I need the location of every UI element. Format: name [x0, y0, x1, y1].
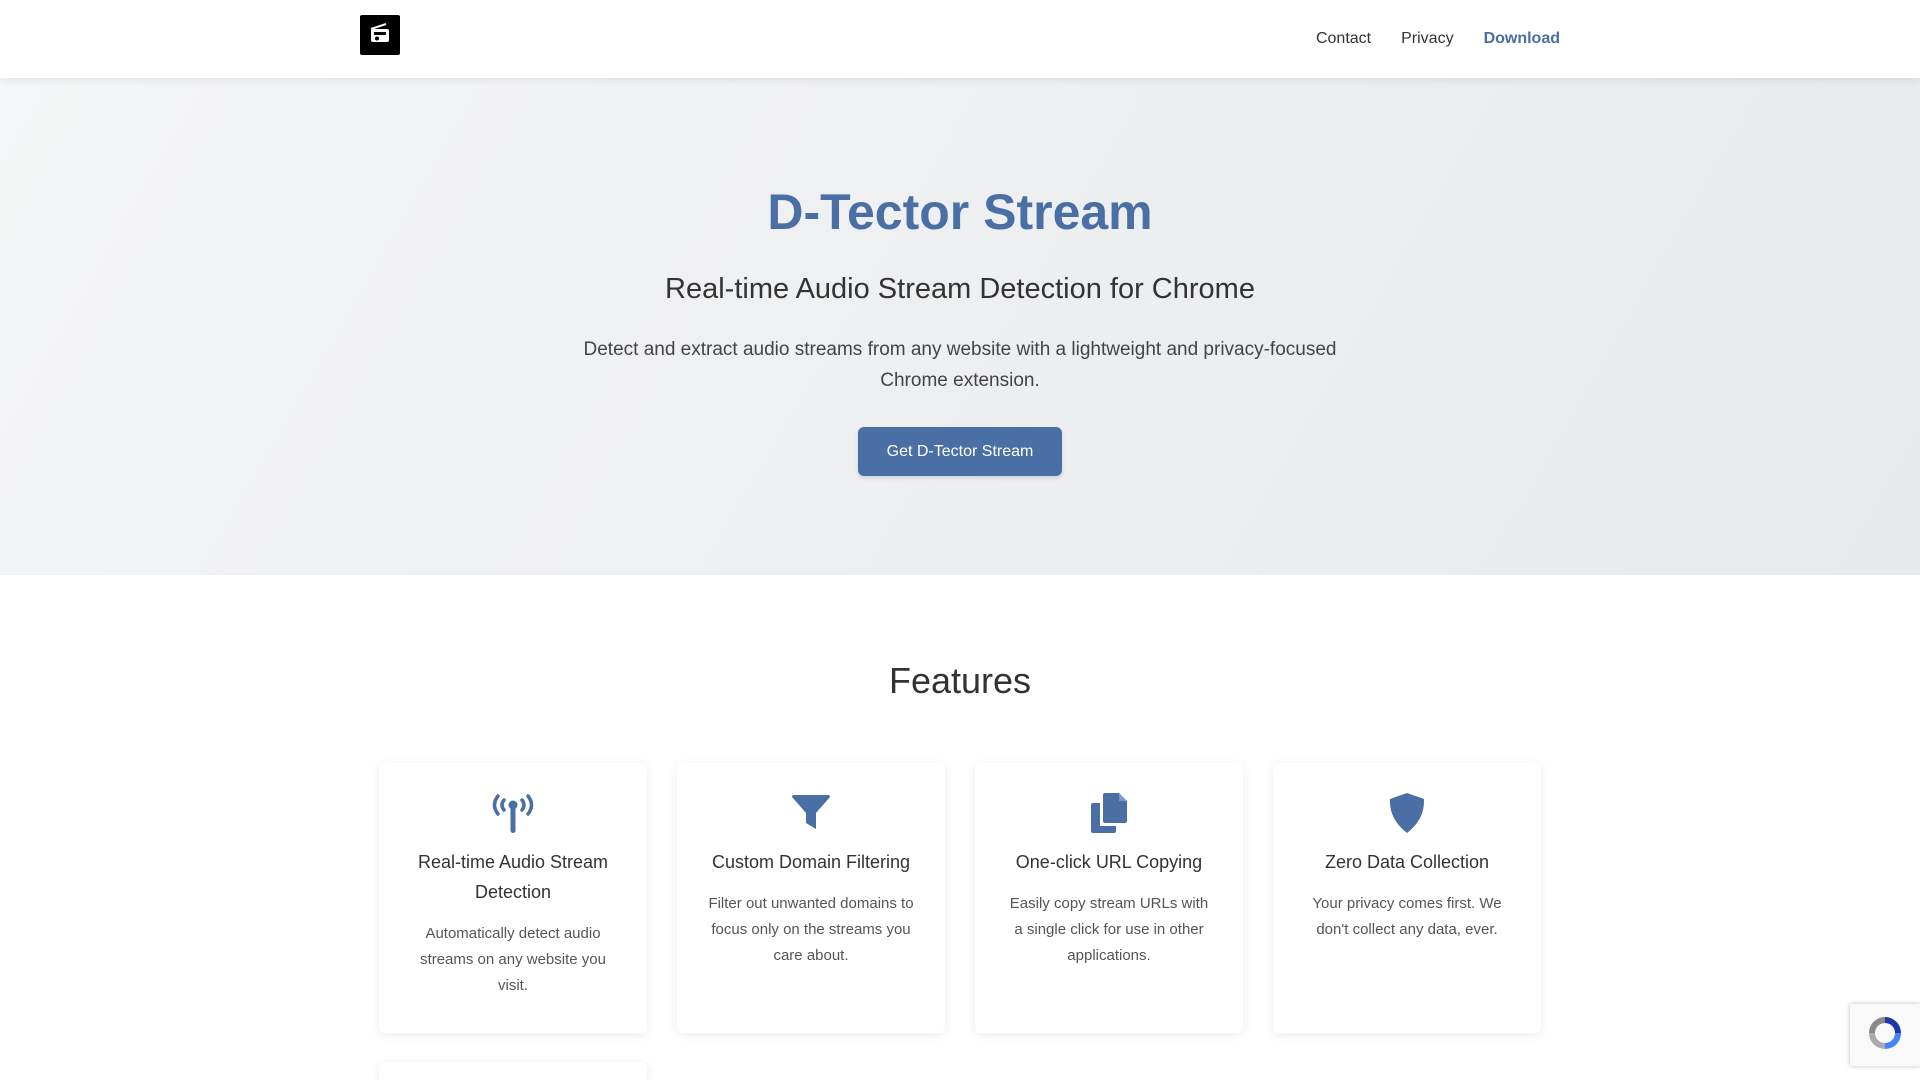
- nav-contact[interactable]: Contact: [1316, 30, 1371, 48]
- hero-description: Detect and extract audio streams from an…: [583, 339, 1337, 391]
- nav-privacy[interactable]: Privacy: [1401, 30, 1453, 48]
- recaptcha-badge[interactable]: [1850, 1004, 1920, 1066]
- shield-icon: [1303, 791, 1511, 835]
- feature-card: Zero Data Collection Your privacy comes …: [1273, 763, 1541, 1033]
- logo[interactable]: [360, 15, 400, 55]
- hero-title: D-Tector Stream: [767, 184, 1153, 240]
- hero-subtitle: Real-time Audio Stream Detection for Chr…: [665, 273, 1255, 305]
- feature-description: Your privacy comes first. We don't colle…: [1312, 895, 1502, 938]
- feature-title: Zero Data Collection: [1324, 852, 1490, 872]
- hero-section: D-Tector Stream Real-time Audio Stream D…: [0, 78, 1920, 575]
- feature-title: One-click URL Copying: [1015, 852, 1203, 872]
- radio-icon: [368, 21, 392, 50]
- copy-icon: [1005, 791, 1213, 835]
- main-nav: Contact Privacy Download: [1316, 0, 1560, 78]
- antenna-icon: [409, 791, 617, 835]
- feature-description: Automatically detect audio streams on an…: [420, 925, 606, 994]
- feature-card: One-click URL Copying Easily copy stream…: [975, 763, 1243, 1033]
- nav-download[interactable]: Download: [1484, 30, 1560, 48]
- recaptcha-icon: [1865, 1013, 1905, 1058]
- features-title: Features: [888, 660, 1032, 701]
- feature-card-partial: [379, 1062, 647, 1080]
- feature-description: Filter out unwanted domains to focus onl…: [708, 895, 914, 964]
- feature-description: Easily copy stream URLs with a single cl…: [1009, 895, 1209, 964]
- feature-card: Custom Domain Filtering Filter out unwan…: [677, 763, 945, 1033]
- filter-icon: [707, 791, 915, 835]
- feature-title: Real-time Audio Stream Detection: [417, 852, 609, 902]
- get-extension-button[interactable]: Get D-Tector Stream: [858, 427, 1062, 476]
- feature-title: Custom Domain Filtering: [711, 852, 911, 872]
- feature-card: Real-time Audio Stream Detection Automat…: [379, 763, 647, 1033]
- site-header: Contact Privacy Download: [0, 0, 1920, 78]
